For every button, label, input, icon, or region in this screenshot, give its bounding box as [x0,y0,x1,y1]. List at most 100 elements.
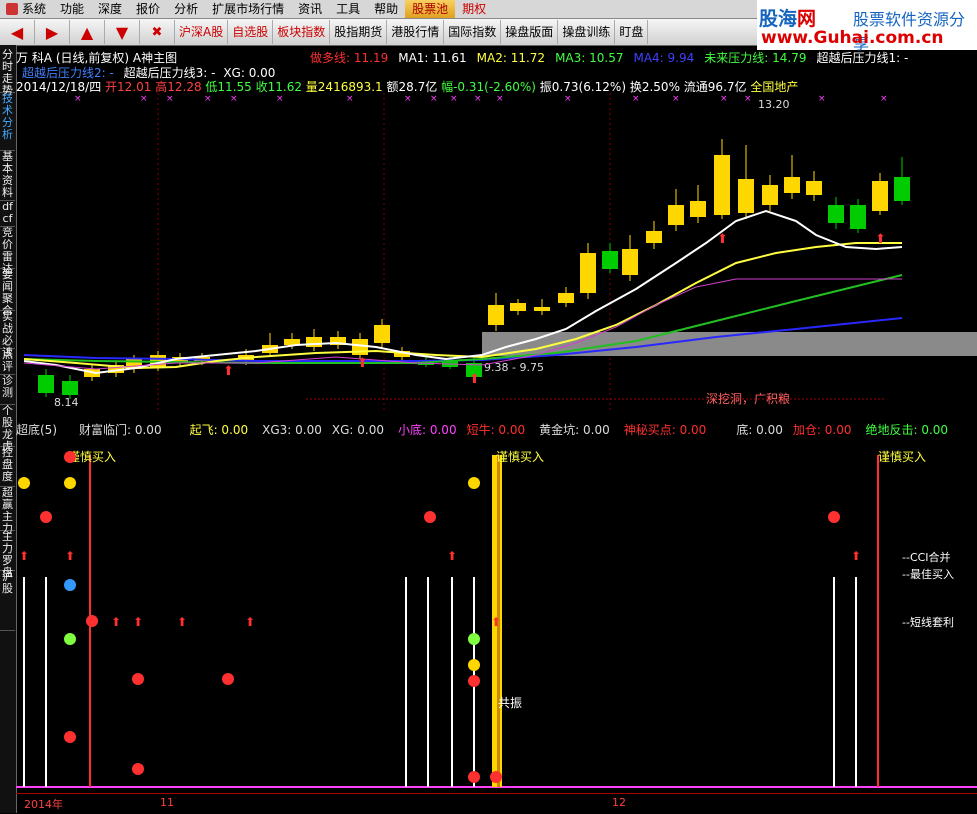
high-price-label: 13.20 [758,98,790,111]
sub-indicator: 底: 0.00 [736,423,783,437]
chart-mode: (日线,前复权) [55,51,130,65]
candle [558,293,574,303]
sidebar-tab[interactable]: 要闻聚合 [0,265,15,317]
toolbar-button[interactable]: 操盘训练 [558,20,616,44]
toolbar-button[interactable]: 盯盘 [615,20,649,44]
sidebar-tab[interactable]: 沪股 [0,567,15,631]
candle [828,205,844,223]
candle [306,337,322,347]
menu-item[interactable]: 深度 [91,0,129,18]
sub-indicator: 小底: 0.00 [398,423,457,437]
quote-amount: 额28.7亿 [386,80,438,94]
sidebar-tab[interactable]: 竞价雷达 [0,223,15,275]
quote-amplitude: 振0.73(6.12%) [539,80,627,94]
resonance-label: 共振 [498,696,522,710]
main-indicator: 超越后压力线1: - [816,51,909,65]
menu-item[interactable]: 期权 [455,0,493,18]
nav-up-icon[interactable]: ▲ [70,20,105,44]
menu-item[interactable]: 股票池 [405,0,456,18]
signal-chart[interactable]: 共振 谨慎买入 谨慎买入 谨慎买入 --CCI合并 --最佳买入 --短线套利 … [16,437,977,791]
signal-icon [18,477,30,489]
buy-arrow-icon: ⬆ [491,615,501,629]
signal-icon [64,633,76,645]
signal-x-mark: × [564,94,572,104]
signal-icon [40,511,52,523]
signal-x-mark: × [818,94,826,104]
buy-arrow-icon: ⬆ [245,615,255,629]
sidebar-tab[interactable]: 实战必读 [0,307,15,359]
menu-item[interactable]: 系统 [0,0,53,18]
signal-icon [468,477,480,489]
nav-home-icon[interactable]: ✖ [140,20,175,44]
signal-x-mark: × [346,94,354,104]
main-indicator: MA3: 10.57 [555,51,624,65]
signal-x-mark: × [880,94,888,104]
main-indicator-values: 做多线: 11.19 MA1: 11.61 MA2: 11.72 MA3: 10.57… [310,49,918,66]
nav-right-icon[interactable]: ▶ [35,20,70,44]
menu-item[interactable]: 分析 [167,0,205,18]
toolbar-button[interactable]: 操盘版面 [501,20,559,44]
sidebar-tab[interactable]: 技术分析 [0,89,15,151]
main-indicator: MA4: 9.94 [633,51,695,65]
signal-icon [468,659,480,671]
menu-item[interactable]: 资讯 [291,0,329,18]
quote-turnover: 换2.50% [629,80,680,94]
candle [894,177,910,201]
candle [488,305,504,325]
buy-arrow-icon: ⬆ [19,549,29,563]
toolbar-button[interactable]: 板块指数 [273,20,331,44]
signal-icon [468,771,480,783]
sidebar-tab[interactable]: 分时走势 [0,45,15,97]
sidebar-tab[interactable]: 主力罗盘 [0,527,15,579]
signal-icon [86,615,98,627]
time-axis: 2014年 11 12 [16,793,977,814]
buy-arrow-icon: ⬆ [851,549,861,563]
candle [690,201,706,217]
quote-date: 2014/12/18/四 [16,80,102,94]
candle [668,205,684,225]
logo-text-b: 网 [797,8,817,30]
buy-arrow-icon: ⬆ [177,615,187,629]
menu-item[interactable]: 工具 [329,0,367,18]
sidebar-tab[interactable]: 基本资料 [0,147,15,201]
buy-arrow-icon: ⬆ [469,372,480,387]
sidebar-tab[interactable]: 控盘度 [0,443,15,487]
menu-item[interactable]: 功能 [53,0,91,18]
quote-sector: 全国地产 [750,80,799,94]
cci-label: --CCI合并 [902,550,951,564]
signal-icon [64,451,76,463]
toolbar-button[interactable]: 股指期货 [330,20,388,44]
axis-month-12: 12 [612,796,626,809]
candle [738,179,754,213]
signal-x-mark: × [474,94,482,104]
quote-high: 高12.28 [155,80,202,94]
sidebar-tab[interactable]: 个股龙虎 [0,401,15,453]
sidebar-tab[interactable]: 诊测 [0,371,15,405]
menu-item[interactable]: 帮助 [367,0,405,18]
menu-item[interactable]: 报价 [129,0,167,18]
nav-left-icon[interactable]: ◀ [0,20,35,44]
candle [850,205,866,229]
buy-arrow-icon: ⬆ [223,364,234,379]
candle [784,177,800,193]
menu-item[interactable]: 扩展市场行情 [205,0,291,18]
buy-arrow-icon: ⬆ [357,356,368,371]
logo-text-a: 股海 [759,8,798,30]
nav-down-icon[interactable]: ▼ [105,20,140,44]
candle [622,249,638,275]
toolbar-button[interactable]: 沪深A股 [175,20,229,44]
quote-open: 开12.01 [105,80,152,94]
price-chart[interactable]: 9.38 - 9.75 深挖洞，广积粮 13.20 8.14 × × × × × × × × ×… [16,93,977,411]
signal-icon [64,731,76,743]
toolbar-button[interactable]: 港股行情 [387,20,445,44]
signal-icon [468,675,480,687]
toolbar-button[interactable]: 自选股 [228,20,274,44]
sub-indicator: XG: 0.00 [331,423,384,437]
sub-indicator-values: 超底(5) 财富临门: 0.00 起飞: 0.00 XG3: 0.00 XG: 0.00… [16,421,962,438]
main-indicator-name[interactable]: A神主图 [133,51,177,65]
quote-close: 收11.62 [255,80,302,94]
sidebar-tab[interactable]: 超赢主力 [0,483,15,535]
main-indicator: 未来压力线: 14.79 [704,51,807,65]
toolbar-button[interactable]: 国际指数 [444,20,502,44]
buy-arrow-icon: ⬆ [717,232,728,247]
